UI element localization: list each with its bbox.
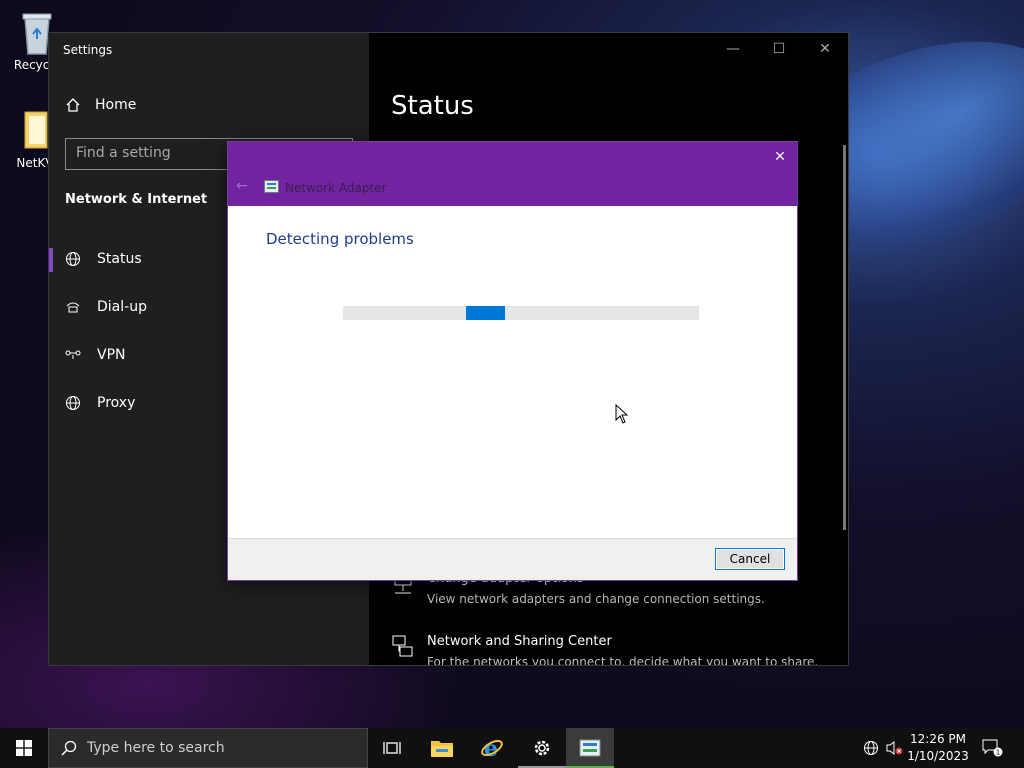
task-view-icon <box>383 742 401 754</box>
action-center-button[interactable]: 1 <box>980 728 1006 768</box>
find-setting-placeholder: Find a setting <box>76 145 171 161</box>
sidebar-item-label: Proxy <box>97 395 136 411</box>
sidebar-item-label: Dial-up <box>97 299 147 315</box>
link-title: Network and Sharing Center <box>427 634 612 649</box>
link-desc: For the networks you connect to, decide … <box>427 655 819 666</box>
window-controls: — ☐ ✕ <box>710 33 848 65</box>
file-explorer-button[interactable] <box>418 728 466 768</box>
progress-bar <box>343 306 699 320</box>
sidebar-item-label: Status <box>97 251 142 267</box>
home-link[interactable]: Home <box>65 97 136 113</box>
settings-taskbar-button[interactable] <box>518 728 566 768</box>
troubleshooter-taskbar-button[interactable] <box>566 728 614 768</box>
troubleshooter-icon <box>579 739 601 757</box>
network-globe-icon <box>864 741 878 755</box>
dialog-close-button[interactable]: ✕ <box>771 148 789 166</box>
dialup-icon <box>66 302 80 313</box>
sharing-center-icon <box>392 635 413 657</box>
dialog-footer: Cancel <box>228 538 797 580</box>
clock-time: 12:26 PM <box>910 732 966 746</box>
globe-icon <box>66 396 80 410</box>
internet-explorer-button[interactable]: e <box>468 728 516 768</box>
file-explorer-icon <box>431 741 453 757</box>
svg-text:e: e <box>484 736 498 760</box>
volume-tray-button[interactable] <box>884 728 906 768</box>
home-icon <box>66 98 80 112</box>
task-view-button[interactable] <box>368 728 416 768</box>
taskbar: Type here to search e 12:26 PM 1/10/2023… <box>0 728 1024 768</box>
dialog-header: ✕ ← Network Adapter <box>228 142 797 206</box>
detecting-problems-text: Detecting problems <box>266 230 414 248</box>
notification-icon: 1 <box>982 739 1003 757</box>
mouse-cursor-icon <box>615 404 629 424</box>
cancel-button[interactable]: Cancel <box>715 548 785 570</box>
troubleshooter-dialog: ✕ ← Network Adapter Detecting problems C… <box>227 141 798 581</box>
settings-gear-icon <box>534 740 550 756</box>
volume-muted-icon <box>886 741 903 755</box>
close-button[interactable]: ✕ <box>802 33 848 65</box>
section-title: Network & Internet <box>65 192 208 207</box>
dialog-back-button[interactable]: ← <box>236 178 248 194</box>
progress-indicator <box>466 306 505 320</box>
clock-date: 1/10/2023 <box>907 749 969 763</box>
dialog-title: Network Adapter <box>285 181 387 195</box>
scrollbar[interactable] <box>843 145 846 530</box>
globe-icon <box>66 252 80 266</box>
network-sharing-center-link[interactable]: Network and Sharing Center For the netwo… <box>391 634 819 666</box>
vpn-icon <box>65 350 81 359</box>
sidebar-item-label: VPN <box>97 347 126 363</box>
network-adapter-icon <box>264 180 279 193</box>
minimize-button[interactable]: — <box>710 33 756 65</box>
notification-count: 1 <box>996 749 1000 757</box>
maximize-button[interactable]: ☐ <box>756 33 802 65</box>
taskbar-search-placeholder: Type here to search <box>87 740 225 756</box>
network-tray-button[interactable] <box>860 728 882 768</box>
taskbar-clock[interactable]: 12:26 PM 1/10/2023 <box>906 731 970 765</box>
windows-logo-icon <box>16 740 32 756</box>
start-button[interactable] <box>0 728 48 768</box>
link-desc: View network adapters and change connect… <box>427 592 765 606</box>
search-icon <box>61 740 77 756</box>
home-label: Home <box>95 97 137 113</box>
taskbar-search-input[interactable]: Type here to search <box>48 728 368 768</box>
page-title: Status <box>391 91 474 121</box>
window-title: Settings <box>63 43 113 57</box>
internet-explorer-icon: e <box>481 736 503 760</box>
